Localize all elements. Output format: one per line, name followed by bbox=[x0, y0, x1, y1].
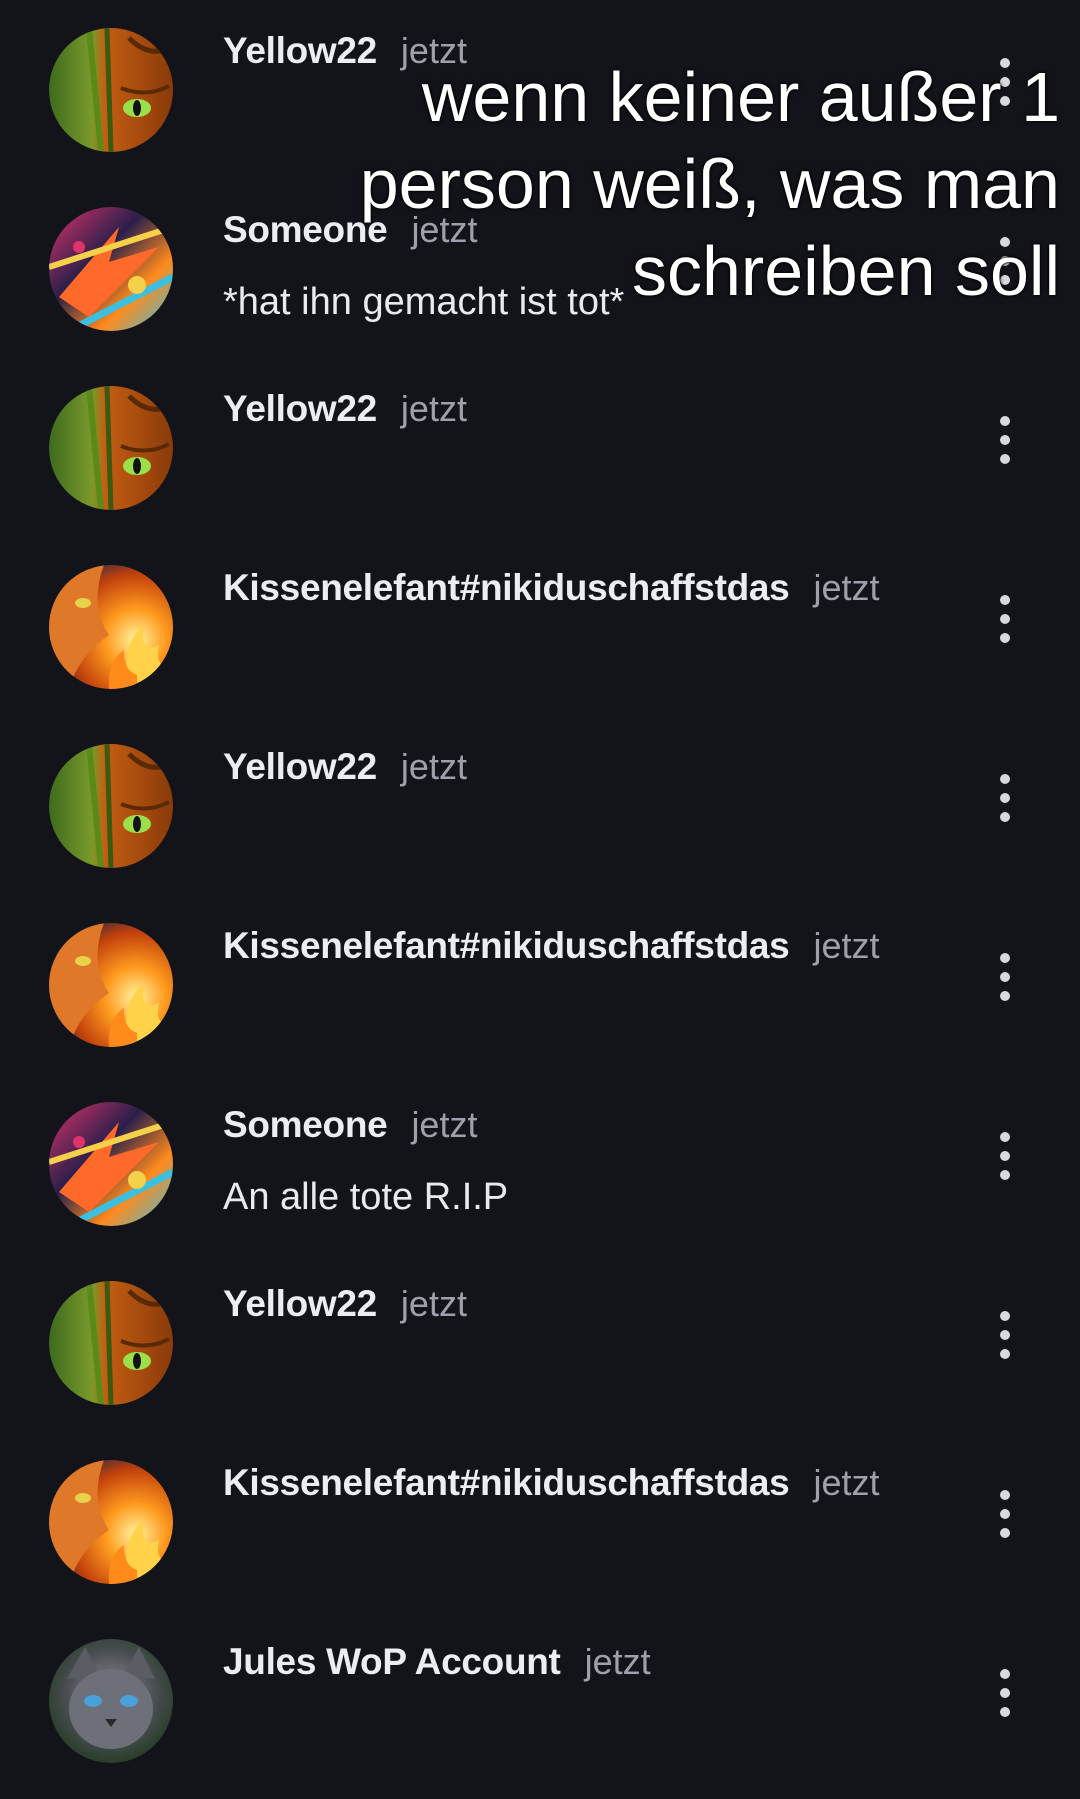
comment-timestamp: jetzt bbox=[584, 1641, 651, 1682]
tabby-cat-icon[interactable] bbox=[49, 744, 173, 868]
abstract-art-icon[interactable] bbox=[49, 1102, 173, 1226]
comment-username[interactable]: Someone bbox=[223, 1104, 388, 1146]
tabby-cat-icon[interactable] bbox=[49, 1281, 173, 1405]
dot bbox=[1000, 237, 1010, 247]
comment-username[interactable]: Yellow22 bbox=[223, 30, 377, 72]
comment-timestamp: jetzt bbox=[813, 1462, 880, 1503]
tabby-cat-icon[interactable] bbox=[49, 28, 173, 152]
comment-row: Jules WoP Account jetzt bbox=[0, 1611, 1080, 1790]
dot bbox=[1000, 1490, 1010, 1500]
dot bbox=[1000, 793, 1010, 803]
dot bbox=[1000, 1330, 1010, 1340]
dot bbox=[1000, 1132, 1010, 1142]
dot bbox=[1000, 256, 1010, 266]
comment-header: Yellow22 jetzt bbox=[223, 388, 467, 430]
dot bbox=[1000, 812, 1010, 822]
comment-header: Kissenelefant#nikiduschaffstdas jetzt bbox=[223, 925, 879, 967]
comment-timestamp: jetzt bbox=[411, 1104, 478, 1145]
more-options-icon[interactable] bbox=[990, 774, 1020, 822]
dot bbox=[1000, 1349, 1010, 1359]
dot bbox=[1000, 454, 1010, 464]
dot bbox=[1000, 774, 1010, 784]
dot bbox=[1000, 1151, 1010, 1161]
comment-timestamp: jetzt bbox=[400, 1283, 467, 1324]
comment-timestamp: jetzt bbox=[400, 388, 467, 429]
fire-cat-icon[interactable] bbox=[49, 923, 173, 1047]
comment-text: *hat ihn gemacht ist tot* bbox=[223, 281, 625, 323]
dot bbox=[1000, 1509, 1010, 1519]
dot bbox=[1000, 972, 1010, 982]
more-options-icon[interactable] bbox=[990, 237, 1020, 285]
comment-username[interactable]: Yellow22 bbox=[223, 388, 377, 430]
comment-timestamp: jetzt bbox=[411, 209, 478, 250]
fire-cat-icon[interactable] bbox=[49, 565, 173, 689]
comment-username[interactable]: Kissenelefant#nikiduschaffstdas bbox=[223, 1462, 790, 1504]
more-options-icon[interactable] bbox=[990, 1311, 1020, 1359]
dot bbox=[1000, 1311, 1010, 1321]
comment-username[interactable]: Someone bbox=[223, 209, 388, 251]
comment-header: Someone jetzt bbox=[223, 1104, 477, 1146]
comment-row: Yellow22 jetzt bbox=[0, 716, 1080, 895]
comment-header: Someone jetzt bbox=[223, 209, 477, 251]
comment-text: An alle tote R.I.P bbox=[223, 1176, 509, 1218]
more-options-icon[interactable] bbox=[990, 1132, 1020, 1180]
abstract-art-icon[interactable] bbox=[49, 207, 173, 331]
dot bbox=[1000, 953, 1010, 963]
comment-header: Yellow22 jetzt bbox=[223, 30, 467, 72]
dot bbox=[1000, 1170, 1010, 1180]
comment-timestamp: jetzt bbox=[813, 567, 880, 608]
comment-row: Kissenelefant#nikiduschaffstdas jetzt bbox=[0, 537, 1080, 716]
dot bbox=[1000, 633, 1010, 643]
dot bbox=[1000, 614, 1010, 624]
dot bbox=[1000, 416, 1010, 426]
comment-row: Kissenelefant#nikiduschaffstdas jetzt bbox=[0, 1432, 1080, 1611]
comment-row: Yellow22 jetzt bbox=[0, 358, 1080, 537]
comment-header: Kissenelefant#nikiduschaffstdas jetzt bbox=[223, 567, 879, 609]
dot bbox=[1000, 991, 1010, 1001]
comment-row: Kissenelefant#nikiduschaffstdas jetzt bbox=[0, 895, 1080, 1074]
comment-timestamp: jetzt bbox=[400, 30, 467, 71]
comment-header: Yellow22 jetzt bbox=[223, 1283, 467, 1325]
dot bbox=[1000, 435, 1010, 445]
gray-cat-icon[interactable] bbox=[49, 1639, 173, 1763]
comment-username[interactable]: Jules WoP Account bbox=[223, 1641, 561, 1683]
comment-header: Kissenelefant#nikiduschaffstdas jetzt bbox=[223, 1462, 879, 1504]
comment-row: Someone jetzt An alle tote R.I.P bbox=[0, 1074, 1080, 1253]
more-options-icon[interactable] bbox=[990, 416, 1020, 464]
comment-username[interactable]: Kissenelefant#nikiduschaffstdas bbox=[223, 925, 790, 967]
comment-timestamp: jetzt bbox=[813, 925, 880, 966]
dot bbox=[1000, 275, 1010, 285]
comment-header: Yellow22 jetzt bbox=[223, 746, 467, 788]
more-options-icon[interactable] bbox=[990, 58, 1020, 106]
dot bbox=[1000, 1688, 1010, 1698]
comment-username[interactable]: Yellow22 bbox=[223, 746, 377, 788]
comment-row: Yellow22 jetzt bbox=[0, 0, 1080, 179]
dot bbox=[1000, 77, 1010, 87]
comment-row: Someone jetzt *hat ihn gemacht ist tot* bbox=[0, 179, 1080, 358]
dot bbox=[1000, 1528, 1010, 1538]
comment-timestamp: jetzt bbox=[400, 746, 467, 787]
dot bbox=[1000, 58, 1010, 68]
dot bbox=[1000, 1707, 1010, 1717]
comment-username[interactable]: Kissenelefant#nikiduschaffstdas bbox=[223, 567, 790, 609]
comment-row: Yellow22 jetzt bbox=[0, 1253, 1080, 1432]
more-options-icon[interactable] bbox=[990, 1669, 1020, 1717]
comment-username[interactable]: Yellow22 bbox=[223, 1283, 377, 1325]
more-options-icon[interactable] bbox=[990, 595, 1020, 643]
comment-header: Jules WoP Account jetzt bbox=[223, 1641, 651, 1683]
more-options-icon[interactable] bbox=[990, 1490, 1020, 1538]
dot bbox=[1000, 96, 1010, 106]
dot bbox=[1000, 595, 1010, 605]
fire-cat-icon[interactable] bbox=[49, 1460, 173, 1584]
comment-list: Yellow22 jetzt Someone jetzt *hat ihn ge… bbox=[0, 0, 1080, 1790]
tabby-cat-icon[interactable] bbox=[49, 386, 173, 510]
more-options-icon[interactable] bbox=[990, 953, 1020, 1001]
dot bbox=[1000, 1669, 1010, 1679]
